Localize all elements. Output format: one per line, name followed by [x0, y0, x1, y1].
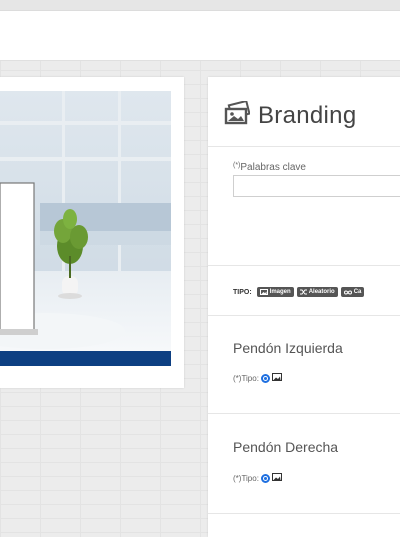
tipo-selector: TIPO: Imagen Aleatorio Ca	[233, 287, 365, 297]
tipo-imagen-label: Imagen	[269, 289, 291, 295]
tipo-radio-row: (*)Tipo:	[233, 373, 282, 383]
top-bar	[0, 0, 400, 11]
tipo-carrusel-button[interactable]: Ca	[340, 287, 365, 297]
tipo-radio-imagen[interactable]	[260, 473, 270, 483]
divider	[208, 413, 400, 414]
divider	[208, 265, 400, 266]
keywords-input[interactable]	[233, 175, 400, 197]
preview-card	[0, 77, 184, 388]
images-icon	[224, 99, 251, 130]
tipo-radio-row: (*)Tipo:	[233, 473, 282, 483]
infinity-icon	[343, 290, 352, 295]
branding-header: Branding	[224, 99, 357, 130]
keywords-label-text: Palabras clave	[240, 162, 306, 173]
image-icon	[271, 473, 282, 483]
tipo-aleatorio-label: Aleatorio	[308, 289, 335, 295]
divider	[208, 146, 400, 147]
tipo-label: TIPO:	[233, 288, 252, 296]
tipo-imagen-button[interactable]: Imagen	[256, 287, 294, 297]
image-icon	[271, 373, 282, 383]
branding-title: Branding	[258, 101, 357, 129]
branding-card: Branding (*)Palabras clave TIPO: Imagen …	[208, 77, 400, 537]
tipo-aleatorio-button[interactable]: Aleatorio	[296, 287, 338, 297]
tipo-radio-label: (*)Tipo:	[233, 473, 259, 483]
header-bar	[0, 11, 400, 61]
tipo-carrusel-label: Ca	[353, 289, 362, 295]
tipo-radio-label: (*)Tipo:	[233, 373, 259, 383]
shuffle-icon	[299, 289, 307, 295]
section-title-pendon-izquierda: Pendón Izquierda	[233, 340, 343, 356]
banner-preview-image	[0, 91, 171, 366]
divider	[208, 315, 400, 316]
image-icon	[259, 289, 268, 295]
section-title-pendon-derecha: Pendón Derecha	[233, 439, 339, 455]
tipo-radio-imagen[interactable]	[260, 373, 270, 383]
keywords-label: (*)Palabras clave	[233, 162, 306, 173]
divider	[208, 513, 400, 514]
